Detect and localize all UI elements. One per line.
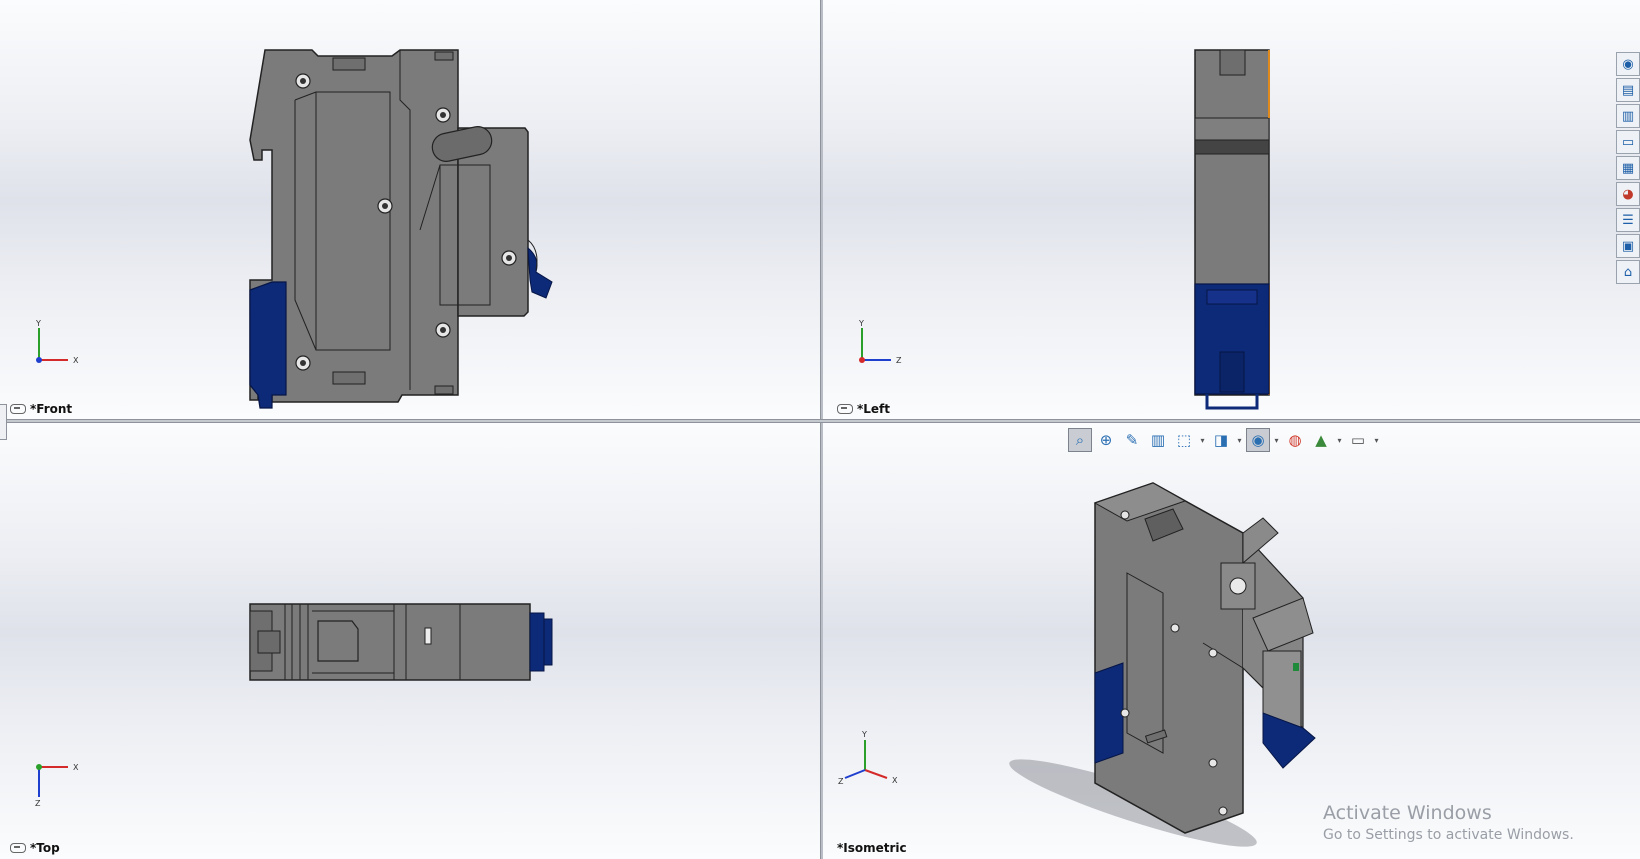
- breaker-isometric-view: [1009, 482, 1316, 847]
- svg-text:Z: Z: [838, 777, 844, 786]
- view-orientation-icon[interactable]: ⬚: [1172, 428, 1196, 452]
- viewport-isometric[interactable]: Y X Z *Isometric: [823, 423, 1640, 859]
- svg-text:Z: Z: [896, 356, 902, 365]
- link-views-icon: [837, 404, 853, 414]
- solidworks-resources-icon[interactable]: ◉: [1616, 52, 1640, 76]
- section-view-icon[interactable]: ▥: [1146, 428, 1170, 452]
- viewport-label-top: *Top: [10, 841, 60, 855]
- breaker-left-view: [1194, 49, 1270, 410]
- breaker-top-view: [249, 603, 553, 681]
- previous-view-icon[interactable]: ✎: [1120, 428, 1144, 452]
- viewport-top[interactable]: Z X *Top: [0, 423, 820, 859]
- view-orientation-dropdown-icon[interactable]: ▾: [1198, 436, 1207, 445]
- link-views-icon: [10, 404, 26, 414]
- home-icon[interactable]: ⌂: [1616, 260, 1640, 284]
- viewport-splitter-horizontal[interactable]: [0, 419, 1640, 423]
- hide-show-items-icon[interactable]: ◉: [1246, 428, 1270, 452]
- custom-properties-icon[interactable]: ☰: [1616, 208, 1640, 232]
- viewport-splitter-vertical[interactable]: [820, 0, 823, 859]
- heads-up-view-toolbar: ⌕ ⊕ ✎ ▥ ⬚ ▾ ◨ ▾ ◉ ▾ ◍ ▲ ▾ ▭ ▾: [1068, 427, 1381, 453]
- viewport-label-isometric: *Isometric: [837, 841, 907, 855]
- display-style-dropdown-icon[interactable]: ▾: [1235, 436, 1244, 445]
- search-icon[interactable]: ▦: [1616, 156, 1640, 180]
- axis-triad-isometric: Y X Z: [838, 730, 898, 786]
- svg-text:Z: Z: [35, 799, 41, 808]
- svg-text:X: X: [892, 776, 898, 785]
- viewport-left[interactable]: Y Z *Left: [823, 0, 1640, 419]
- svg-text:X: X: [73, 356, 79, 365]
- svg-text:Y: Y: [861, 730, 867, 739]
- edit-appearance-icon[interactable]: ◍: [1283, 428, 1307, 452]
- watermark-subtitle: Go to Settings to activate Windows.: [1323, 827, 1574, 843]
- feature-manager-collapse-tab[interactable]: [0, 404, 7, 440]
- link-views-icon: [10, 843, 26, 853]
- svg-text:Y: Y: [858, 319, 864, 328]
- view-settings-icon[interactable]: ▭: [1346, 428, 1370, 452]
- task-pane: ◉ ▤ ▥ ▭ ▦ ◕ ☰ ▣ ⌂: [1616, 52, 1640, 286]
- apply-scene-dropdown-icon[interactable]: ▾: [1335, 436, 1344, 445]
- hide-show-dropdown-icon[interactable]: ▾: [1272, 436, 1281, 445]
- apply-scene-icon[interactable]: ▲: [1309, 428, 1333, 452]
- viewport-front[interactable]: Y X *Front: [0, 0, 820, 419]
- axis-triad-top: Z X: [35, 763, 79, 808]
- appearances-icon[interactable]: ◕: [1616, 182, 1640, 206]
- viewport-label-left: *Left: [837, 402, 890, 416]
- viewport-label-front: *Front: [10, 402, 72, 416]
- svg-text:X: X: [73, 763, 79, 772]
- zoom-to-area-icon[interactable]: ⊕: [1094, 428, 1118, 452]
- zoom-to-fit-icon[interactable]: ⌕: [1068, 428, 1092, 452]
- view-palette-icon[interactable]: ▭: [1616, 130, 1640, 154]
- design-library-icon[interactable]: ▤: [1616, 78, 1640, 102]
- file-explorer-icon[interactable]: ▥: [1616, 104, 1640, 128]
- view-settings-dropdown-icon[interactable]: ▾: [1372, 436, 1381, 445]
- axis-triad-left: Y Z: [858, 319, 902, 365]
- svg-text:Y: Y: [35, 319, 41, 328]
- axis-triad-front: Y X: [35, 319, 79, 365]
- forum-icon[interactable]: ▣: [1616, 234, 1640, 258]
- watermark-title: Activate Windows: [1323, 802, 1492, 824]
- display-style-icon[interactable]: ◨: [1209, 428, 1233, 452]
- breaker-front-view: [249, 49, 553, 409]
- activation-watermark: Activate Windows Go to Settings to activ…: [1323, 802, 1574, 843]
